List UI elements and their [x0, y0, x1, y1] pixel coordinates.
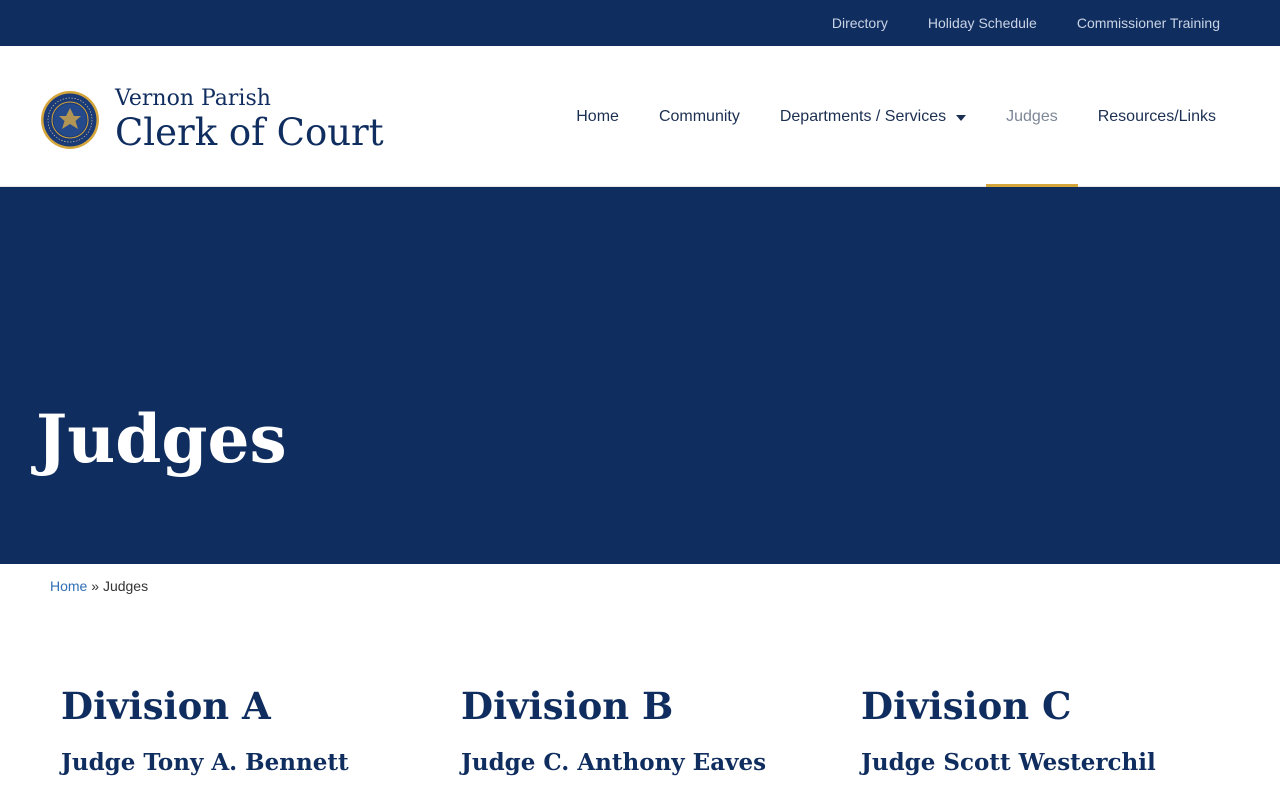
division-title: Division B — [461, 684, 674, 728]
topbar-link-holiday-schedule[interactable]: Holiday Schedule — [928, 15, 1037, 31]
topbar-link-commissioner-training[interactable]: Commissioner Training — [1077, 15, 1220, 31]
top-utility-bar: Directory Holiday Schedule Commissioner … — [0, 0, 1280, 46]
breadcrumb-separator: » — [91, 578, 100, 594]
nav-item-label: Resources/Links — [1097, 107, 1216, 125]
logo-text: Vernon Parish Clerk of Court — [115, 86, 384, 154]
nav-item-label: Home — [576, 107, 619, 125]
division-b-card: Division B Judge C. Anthony Eaves — [461, 682, 841, 778]
main-nav: Home Community Departments / Services Ju… — [556, 46, 1236, 187]
division-c-card: Division C Judge Scott Westerchil — [861, 682, 1241, 778]
top-utility-links: Directory Holiday Schedule Commissioner … — [832, 0, 1220, 46]
nav-item-judges[interactable]: Judges — [986, 46, 1078, 187]
logo-title: Clerk of Court — [115, 111, 384, 154]
breadcrumb: Home » Judges — [50, 578, 148, 594]
parish-seal-icon — [41, 91, 99, 149]
nav-item-community[interactable]: Community — [639, 46, 760, 187]
breadcrumb-home-link[interactable]: Home — [50, 578, 87, 594]
topbar-link-directory[interactable]: Directory — [832, 15, 888, 31]
division-title: Division A — [61, 684, 271, 728]
logo-subtitle: Vernon Parish — [115, 86, 271, 111]
site-header: Vernon Parish Clerk of Court Home Commun… — [0, 46, 1280, 187]
chevron-down-icon — [956, 114, 967, 121]
breadcrumb-current: Judges — [102, 578, 149, 594]
judge-name: Judge Scott Westerchil — [861, 749, 1156, 776]
nav-item-departments-services[interactable]: Departments / Services — [760, 46, 986, 187]
nav-item-label: Community — [658, 107, 740, 125]
division-a-card: Division A Judge Tony A. Bennett — [61, 682, 441, 778]
nav-item-home[interactable]: Home — [556, 46, 639, 187]
judge-name: Judge C. Anthony Eaves — [461, 749, 767, 776]
nav-item-label: Departments / Services — [779, 107, 947, 125]
nav-item-resources-links[interactable]: Resources/Links — [1078, 46, 1236, 187]
judge-name: Judge Tony A. Bennett — [61, 749, 349, 776]
division-title: Division C — [861, 684, 1072, 728]
page-hero: Judges — [0, 187, 1280, 564]
page-title: Judges — [36, 400, 287, 478]
nav-item-label: Judges — [1006, 107, 1058, 125]
site-logo-link[interactable]: Vernon Parish Clerk of Court — [40, 86, 384, 154]
